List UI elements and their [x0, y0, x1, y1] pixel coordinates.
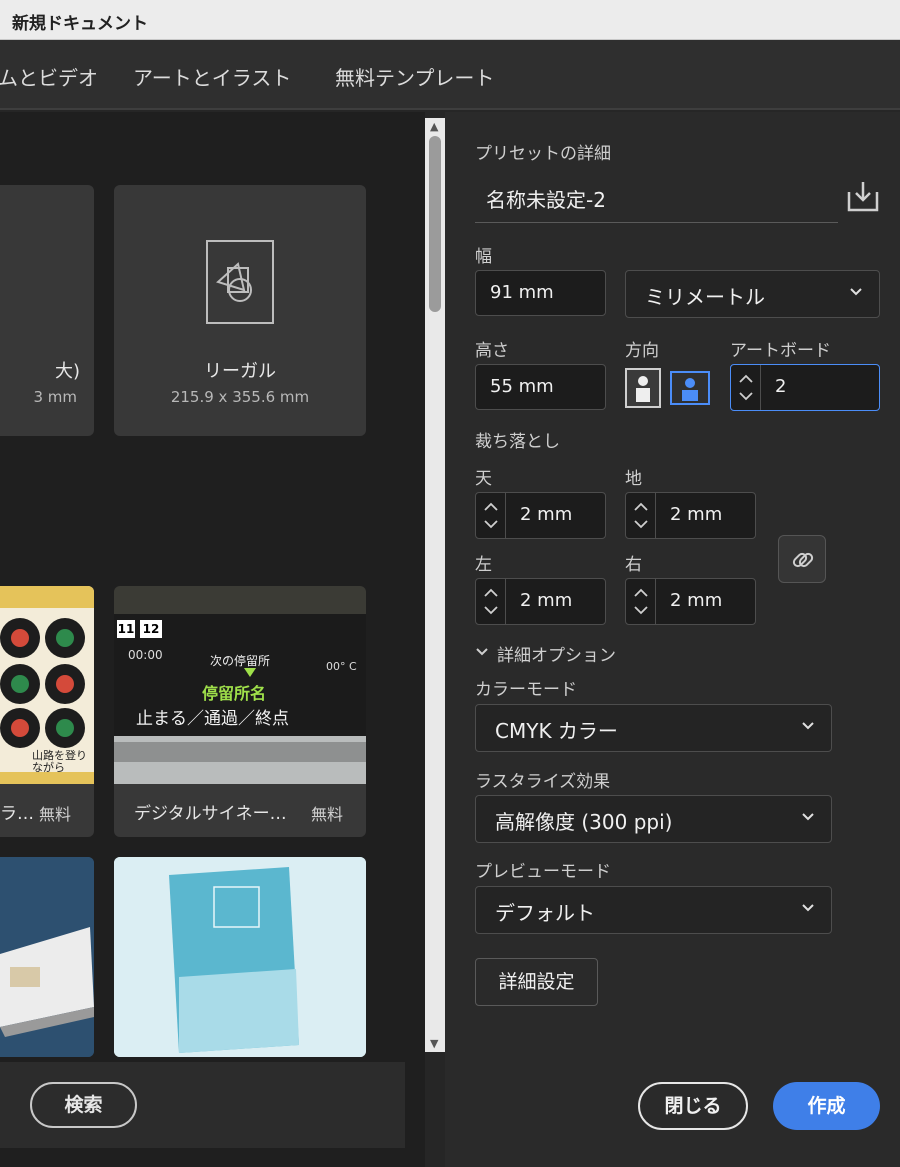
- raster-value: 高解像度 (300 ppi): [495, 810, 673, 834]
- chevron-down-icon[interactable]: [475, 645, 489, 659]
- raster-select[interactable]: 高解像度 (300 ppi): [475, 795, 832, 843]
- preview-mode-label: プレビューモード: [475, 862, 611, 882]
- create-button[interactable]: 作成: [773, 1082, 880, 1130]
- link-icon: [792, 552, 814, 568]
- artboards-value: 2: [775, 376, 787, 397]
- preset-card-legal[interactable]: リーガル 215.9 x 355.6 mm: [114, 185, 366, 436]
- portrait-icon[interactable]: [625, 368, 661, 408]
- sign-bottom: 止まる／通過／終点: [136, 709, 289, 729]
- scroll-up-icon[interactable]: ▲: [430, 120, 438, 133]
- raster-label: ラスタライズ効果: [475, 772, 611, 792]
- width-value: 91 mm: [490, 282, 554, 303]
- width-field[interactable]: 91 mm: [475, 270, 606, 316]
- bleed-bottom-value: 2 mm: [670, 504, 723, 525]
- width-label: 幅: [475, 247, 492, 267]
- template-card-digital-signage[interactable]: 11 12 00:00 次の停留所 00° C 停留所名 止まる／通過／終点 デ…: [114, 586, 366, 837]
- link-bleed-button[interactable]: [778, 535, 826, 583]
- search-bar: 検索: [0, 1062, 405, 1148]
- stepper-arrows-icon[interactable]: [626, 579, 656, 624]
- bleed-left-label: 左: [475, 555, 492, 575]
- height-value: 55 mm: [490, 376, 554, 397]
- bleed-left-value: 2 mm: [520, 590, 573, 611]
- chevron-down-icon: [802, 813, 814, 821]
- tab-film-video[interactable]: ムとビデオ: [0, 62, 98, 91]
- color-mode-label: カラーモード: [475, 680, 577, 700]
- tab-free-templates[interactable]: 無料テンプレート: [335, 62, 494, 91]
- advanced-settings-button[interactable]: 詳細設定: [475, 958, 598, 1006]
- template-card[interactable]: 山路を登りながら ラ… 無料: [0, 586, 94, 837]
- preset-size: 215.9 x 355.6 mm: [170, 388, 310, 406]
- chevron-down-icon: [850, 288, 862, 296]
- scroll-down-icon[interactable]: ▼: [430, 1037, 438, 1050]
- preset-details-panel: プリセットの詳細 名称未設定-2 幅 91 mm ミリメートル 高さ 方向 アー…: [445, 112, 900, 1167]
- section-title: プリセットの詳細: [475, 144, 611, 164]
- bleed-top-label: 天: [475, 469, 492, 489]
- stepper-arrows-icon[interactable]: [476, 493, 506, 538]
- chevron-down-icon: [802, 722, 814, 730]
- advanced-options-toggle[interactable]: 詳細オプション: [497, 641, 616, 666]
- thumbnail-caption: 山路を登りながら: [32, 749, 87, 774]
- search-button[interactable]: 検索: [30, 1082, 137, 1128]
- bleed-right-value: 2 mm: [670, 590, 723, 611]
- template-label: デジタルサイネー…: [134, 804, 287, 824]
- category-tabs: ムとビデオ アートとイラスト 無料テンプレート: [0, 40, 900, 110]
- window-title: 新規ドキュメント: [12, 14, 148, 34]
- artboards-label: アートボード: [730, 341, 831, 361]
- bleed-top-value: 2 mm: [520, 504, 573, 525]
- stepper-arrows-icon[interactable]: [626, 493, 656, 538]
- preview-mode-select[interactable]: デフォルト: [475, 886, 832, 934]
- bleed-right-stepper[interactable]: 2 mm: [625, 578, 756, 625]
- stepper-arrows-icon[interactable]: [476, 579, 506, 624]
- bleed-left-stepper[interactable]: 2 mm: [475, 578, 606, 625]
- preset-name-underline: [475, 222, 838, 223]
- unit-select[interactable]: ミリメートル: [625, 270, 880, 318]
- preset-card[interactable]: 大) 3 mm: [0, 185, 94, 436]
- tab-art-illustration[interactable]: アートとイラスト: [133, 62, 291, 91]
- height-label: 高さ: [475, 341, 509, 361]
- scrollbar-thumb[interactable]: [429, 136, 441, 312]
- sign-arrow-icon: [244, 668, 256, 677]
- document-shapes-icon: [206, 240, 274, 324]
- sign-time: 00:00: [128, 648, 163, 662]
- close-button[interactable]: 閉じる: [638, 1082, 748, 1130]
- bleed-bottom-stepper[interactable]: 2 mm: [625, 492, 756, 539]
- chevron-down-icon: [802, 904, 814, 912]
- sign-stop: 停留所名: [202, 684, 267, 703]
- preset-name-input[interactable]: 名称未設定-2: [486, 184, 606, 213]
- height-field[interactable]: 55 mm: [475, 364, 606, 410]
- preview-mode-value: デフォルト: [495, 901, 595, 925]
- template-card[interactable]: [0, 857, 94, 1057]
- bleed-right-label: 右: [625, 555, 642, 575]
- template-thumbnail: [114, 857, 366, 1057]
- sign-number: 12: [140, 620, 162, 638]
- unit-value: ミリメートル: [645, 285, 765, 309]
- sign-next: 次の停留所: [210, 654, 271, 668]
- gallery-scrollbar[interactable]: ▲ ▼: [425, 118, 445, 1052]
- preset-gallery: 大) 3 mm リーガル 215.9 x 355.6 mm 山路を登りながら ラ…: [0, 112, 425, 1167]
- artboards-stepper[interactable]: 2: [730, 364, 880, 411]
- color-mode-select[interactable]: CMYK カラー: [475, 704, 832, 752]
- preset-size: 3 mm: [33, 388, 77, 406]
- template-label: ラ…: [0, 804, 34, 824]
- template-thumbnail: 山路を登りながら: [0, 586, 94, 784]
- bleed-top-stepper[interactable]: 2 mm: [475, 492, 606, 539]
- color-mode-value: CMYK カラー: [495, 719, 618, 743]
- template-thumbnail: [0, 857, 94, 1057]
- preset-name: リーガル: [204, 361, 276, 382]
- landscape-icon[interactable]: [670, 371, 710, 405]
- template-thumbnail: 11 12 00:00 次の停留所 00° C 停留所名 止まる／通過／終点: [114, 586, 366, 784]
- stepper-arrows-icon[interactable]: [731, 365, 761, 410]
- bleed-bottom-label: 地: [625, 469, 642, 489]
- template-card[interactable]: [114, 857, 366, 1057]
- save-preset-icon[interactable]: [845, 178, 881, 214]
- template-price: 無料: [311, 805, 344, 824]
- preset-name: 大): [54, 361, 80, 382]
- bleed-label: 裁ち落とし: [475, 432, 560, 452]
- sign-number: 11: [117, 620, 135, 638]
- title-bar: 新規ドキュメント: [0, 0, 900, 40]
- sign-temp: 00° C: [326, 660, 357, 673]
- template-price: 無料: [39, 805, 72, 824]
- orientation-label: 方向: [625, 341, 659, 361]
